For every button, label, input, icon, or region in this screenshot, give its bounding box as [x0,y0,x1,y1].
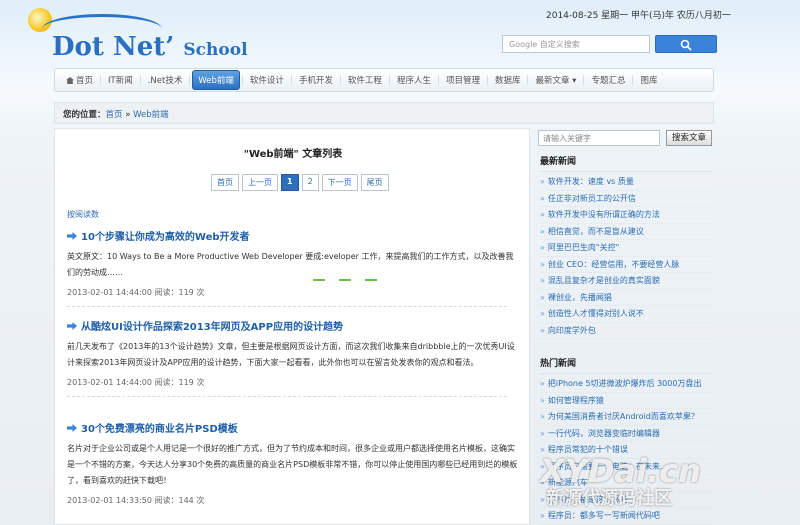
google-search-placeholder: Google 自定义搜索 [509,40,580,49]
main-nav: 首页 IT新闻 .Net技术 Web前端 软件设计 手机开发 软件工程 程序人生… [54,68,714,92]
latest-news-item[interactable]: 阿里巴巴生肉"关控" [540,240,712,257]
nav-divider [339,75,341,85]
nav-divider [100,75,102,85]
nav-item-topics[interactable]: 专题汇总 [586,71,630,89]
article-meta: 2013-02-01 14:33:50 阅读：144 次 [67,496,205,505]
article-summary: 英文原文：10 Ways to Be a More Productive Web… [67,252,514,277]
article-divider [67,396,507,397]
article-title-link[interactable]: 30个免费漂亮的商业名片PSD模板 [67,420,521,435]
nav-item-web-frontend[interactable]: Web前端 [192,70,240,90]
breadcrumb-label: 您的位置： [63,110,106,120]
article-search-button[interactable]: 搜索文章 [666,130,712,146]
hot-news-section: 热门新闻 把iPhone 5切进微波炉爆炸后 3000万盘出 如何管理程序猿 为… [540,356,712,525]
latest-news-item[interactable]: 向印度学外包 [540,323,712,339]
pager-page-2[interactable]: 2 [301,174,319,191]
nav-divider [437,75,439,85]
search-icon [680,39,692,51]
latest-news-list: 软件开发：速度 vs 质量 任正非对新员工的公开信 软件开发中没有所谓正确的方法… [540,174,712,339]
list-title: "Web前端" 文章列表 [243,149,343,160]
hot-news-item[interactable]: 程序员：都多写一写新闻代码吧 [540,508,712,525]
nav-divider [632,75,634,85]
nav-item-mobile-dev[interactable]: 手机开发 [294,71,338,89]
hot-news-item[interactable]: 一行代码，浏览器变临时编辑器 [540,426,712,442]
latest-news-heading: 最新新闻 [540,154,712,172]
pager-first[interactable]: 首页 [211,174,239,191]
nav-divider [388,75,390,85]
article-title-link[interactable]: 从酷炫UI设计作品探索2013年网页及APP应用的设计趋势 [67,318,521,333]
article-item: 30个免费漂亮的商业名片PSD模板 名片对于企业公司或是个人用记是一个很好的推广… [67,420,521,506]
article-summary: 前几天发布了《2013年的13个设计趋势》文章，但主要是根据网页设计方面，而这次… [67,342,515,367]
nav-item-database[interactable]: 数据库 [490,71,526,89]
hot-news-item[interactable]: 如何管理程序猿 [540,393,712,409]
latest-news-item[interactable]: 裸创业，先播闻猖 [540,290,712,306]
latest-news-item[interactable]: 创业 CEO：经营信用，不要经营人脉 [540,257,712,273]
article-list-panel: "Web前端" 文章列表 首页 上一页 1 2 下一页 尾页 按阅读数 10个步… [54,128,530,525]
google-search-button[interactable] [655,35,717,53]
breadcrumb: 您的位置：首页 » Web前端 [54,102,714,124]
nav-divider [527,75,529,85]
hot-news-item[interactable]: 程序员常犯的十个错误 [540,442,712,459]
google-search-input[interactable]: Google 自定义搜索 [502,35,650,53]
latest-news-item[interactable]: 软件开发中没有所谓正确的方法 [540,207,712,224]
nav-divider [189,75,191,85]
arrow-right-icon [67,424,77,432]
nav-item-software-design[interactable]: 软件设计 [245,71,289,89]
hot-news-item[interactable]: 程序员只需要一个电脑：在未来.. [540,459,712,475]
hot-news-item[interactable]: 新能源汽车 [540,475,712,492]
pager-next[interactable]: 下一页 [321,174,358,191]
nav-divider [583,75,585,85]
nav-item-dotnet[interactable]: .Net技术 [143,71,188,89]
pagination: 首页 上一页 1 2 下一页 尾页 [211,174,389,191]
breadcrumb-current-link[interactable]: Web前端 [133,110,169,120]
article-title-link[interactable]: 10个步骤让你成为高效的Web开发者 [67,228,521,243]
nav-divider [290,75,292,85]
nav-divider [139,75,141,85]
nav-item-project-management[interactable]: 项目管理 [441,71,485,89]
sort-by-reads-link[interactable]: 按阅读数 [67,209,99,220]
latest-news-item[interactable]: 相信直觉，而不是盲从建议 [540,224,712,240]
latest-news-item[interactable]: 混乱且复杂才是创业的真实面貌 [540,273,712,290]
latest-news-item[interactable]: 任正非对新员工的公开信 [540,191,712,207]
date-line: 2014-08-25 星期一 甲午(马)年 农历八月初一 [546,11,731,21]
hot-news-item[interactable]: 程序员：都是这么想的 [540,492,712,508]
logo-text: Dot Net’ School [52,32,248,62]
article-search-input[interactable]: 请输入关键字 [538,130,660,146]
pager-last[interactable]: 尾页 [360,174,389,191]
article-meta: 2013-02-01 14:44:00 阅读：119 次 [67,288,205,297]
nav-divider [241,75,243,85]
pager-prev[interactable]: 上一页 [242,174,278,191]
site-logo[interactable]: Dot Net’ School [28,8,248,62]
home-icon [66,77,74,84]
breadcrumb-separator: » [122,110,134,120]
hot-news-item[interactable]: 把iPhone 5切进微波炉爆炸后 3000万盘出 [540,376,712,393]
hot-news-list: 把iPhone 5切进微波炉爆炸后 3000万盘出 如何管理程序猿 为何美国消费… [540,376,712,525]
sidebar: 请输入关键字 搜索文章 最新新闻 软件开发：速度 vs 质量 任正非对新员工的公… [536,128,714,525]
hot-news-item[interactable]: 为何美国消费者讨厌Android而喜欢苹果？ [540,409,712,426]
loading-indicator [313,279,377,281]
hot-news-heading: 热门新闻 [540,356,712,374]
article-summary: 名片对于企业公司或是个人用记是一个很好的推广方式，但为了节约成本和时间，很多企业… [67,444,518,485]
article-item: 10个步骤让你成为高效的Web开发者 英文原文：10 Ways to Be a … [67,228,521,307]
latest-news-section: 最新新闻 软件开发：速度 vs 质量 任正非对新员工的公开信 软件开发中没有所谓… [540,154,712,339]
nav-item-home[interactable]: 首页 [61,71,98,89]
article-meta: 2013-02-01 14:44:00 阅读：119 次 [67,378,205,387]
nav-item-latest-articles-dropdown[interactable]: 最新文章 ▾ [530,71,581,89]
nav-divider [486,75,488,85]
nav-item-programmer-life[interactable]: 程序人生 [392,71,436,89]
article-divider [67,306,507,307]
pager-page-1[interactable]: 1 [281,174,299,191]
arrow-right-icon [67,322,77,330]
latest-news-item[interactable]: 创造性人才懂得对别人说不 [540,306,712,323]
nav-item-it-news[interactable]: IT新闻 [103,71,138,89]
nav-item-software-engineering[interactable]: 软件工程 [343,71,387,89]
latest-news-item[interactable]: 软件开发：速度 vs 质量 [540,174,712,191]
article-item: 从酷炫UI设计作品探索2013年网页及APP应用的设计趋势 前几天发布了《201… [67,318,521,397]
nav-item-gallery[interactable]: 图库 [635,71,662,89]
arrow-right-icon [67,232,77,240]
breadcrumb-home-link[interactable]: 首页 [106,110,123,120]
